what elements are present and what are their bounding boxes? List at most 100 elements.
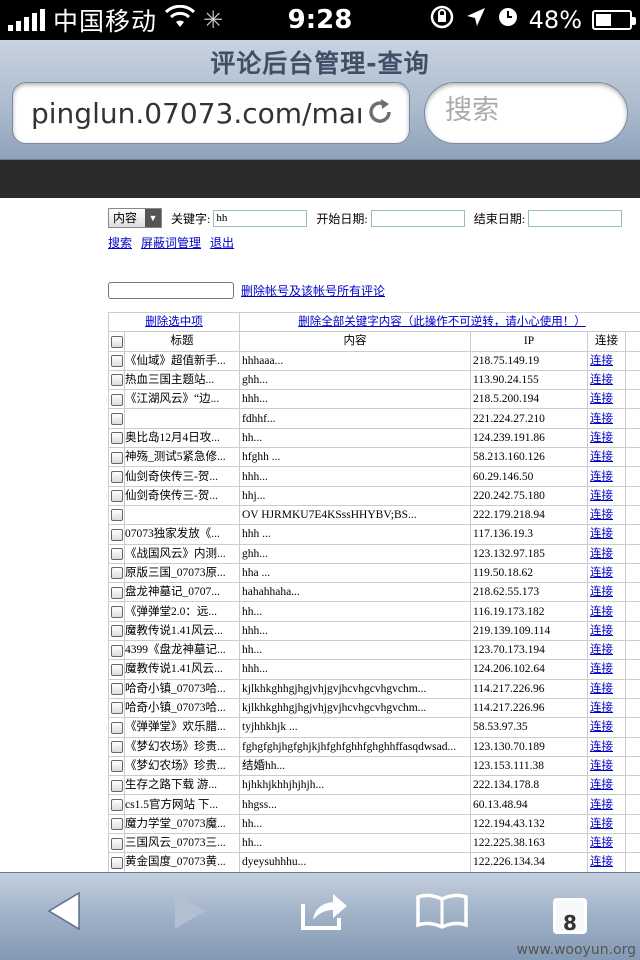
delete-all-cell: 删除全部关键字内容（此操作不可逆转，请小心使用！）	[239, 311, 640, 333]
row-checkbox-cell	[108, 485, 125, 506]
row-link[interactable]: 连接	[590, 625, 613, 637]
row-checkbox[interactable]	[110, 374, 123, 387]
row-link[interactable]: 连接	[590, 663, 613, 675]
row-title: 《弹弹堂2.0：远...	[124, 601, 240, 622]
url-text[interactable]: pinglun.07073.com/man	[31, 97, 361, 130]
row-title: 4399《盘龙神墓记...	[124, 640, 240, 661]
row-checkbox[interactable]	[110, 432, 123, 445]
row-link[interactable]: 连接	[590, 374, 613, 386]
field-select[interactable]: 内容 ▼	[108, 208, 162, 228]
account-input[interactable]	[108, 282, 234, 299]
tabs-button[interactable]: 8	[540, 891, 600, 941]
row-link[interactable]: 连接	[590, 721, 613, 733]
row-checkbox[interactable]	[110, 721, 123, 734]
share-button[interactable]	[294, 891, 354, 941]
row-checkbox[interactable]	[110, 548, 123, 561]
row-checkbox-cell	[108, 717, 125, 738]
row-checkbox[interactable]	[110, 586, 123, 599]
row-link[interactable]: 连接	[590, 567, 613, 579]
row-extra	[625, 389, 640, 410]
row-checkbox[interactable]	[110, 856, 123, 869]
row-checkbox[interactable]	[110, 683, 123, 696]
table-row: cs1.5官方网站 下... hhgss... 60.13.48.94 连接	[108, 794, 640, 815]
row-checkbox[interactable]	[110, 451, 123, 464]
row-link[interactable]: 连接	[590, 528, 613, 540]
row-checkbox[interactable]	[110, 490, 123, 503]
delete-selected-link[interactable]: 删除选中项	[145, 316, 203, 328]
blocked-words-link[interactable]: 屏蔽词管理	[141, 236, 201, 250]
row-link[interactable]: 连接	[590, 432, 613, 444]
row-checkbox[interactable]	[110, 741, 123, 754]
row-checkbox[interactable]	[110, 355, 123, 368]
row-link[interactable]: 连接	[590, 451, 613, 463]
row-link[interactable]: 连接	[590, 683, 613, 695]
row-checkbox[interactable]	[110, 798, 123, 811]
row-checkbox[interactable]	[110, 625, 123, 638]
row-checkbox[interactable]	[110, 663, 123, 676]
bookmarks-button[interactable]	[412, 891, 472, 941]
search-link[interactable]: 搜索	[108, 236, 132, 250]
row-checkbox[interactable]	[110, 470, 123, 483]
row-link[interactable]: 连接	[590, 490, 613, 502]
row-link[interactable]: 连接	[590, 856, 613, 868]
logout-link[interactable]: 退出	[210, 236, 234, 250]
row-checkbox[interactable]	[110, 509, 123, 522]
row-link[interactable]: 连接	[590, 818, 613, 830]
search-input[interactable]	[445, 95, 615, 126]
battery-percent: 48%	[528, 6, 582, 34]
row-link[interactable]: 连接	[590, 606, 613, 618]
address-bar[interactable]: pinglun.07073.com/man	[12, 82, 410, 144]
row-checkbox-cell	[108, 447, 125, 468]
row-checkbox[interactable]	[110, 393, 123, 406]
reload-icon[interactable]	[365, 97, 395, 135]
row-checkbox[interactable]	[110, 779, 123, 792]
row-link[interactable]: 连接	[590, 837, 613, 849]
row-link[interactable]: 连接	[590, 799, 613, 811]
header-extra	[625, 331, 640, 352]
forward-button[interactable]	[160, 891, 220, 941]
start-date-input[interactable]	[370, 209, 465, 227]
table-row: 《弹弹堂》欢乐腊... tyjhhkhjk ... 58.53.97.35 连接	[108, 717, 640, 738]
row-link[interactable]: 连接	[590, 413, 613, 425]
filter-row: 内容 ▼ 关键字: 开始日期: 结束日期:	[108, 208, 640, 230]
row-link[interactable]: 连接	[590, 779, 613, 791]
row-extra	[625, 736, 640, 757]
row-link[interactable]: 连接	[590, 355, 613, 367]
end-date-input[interactable]	[528, 209, 623, 227]
row-checkbox[interactable]	[110, 567, 123, 580]
keyword-input[interactable]	[213, 209, 308, 227]
row-content: hh...	[239, 640, 471, 661]
table-row: 《仙域》超值新手... hhhaaa... 218.75.149.19 连接	[108, 350, 640, 371]
watermark: www.wooyun.org	[516, 942, 636, 958]
row-link[interactable]: 连接	[590, 741, 613, 753]
comments-table: 删除选中项 删除全部关键字内容（此操作不可逆转，请小心使用！） 标题 内容 IP…	[108, 311, 640, 872]
row-link[interactable]: 连接	[590, 548, 613, 560]
delete-account-link[interactable]: 删除帐号及该帐号所有评论	[241, 284, 385, 298]
back-button[interactable]	[34, 891, 94, 941]
row-checkbox-cell	[108, 466, 125, 487]
select-all-checkbox[interactable]	[110, 335, 123, 348]
row-checkbox[interactable]	[110, 818, 123, 831]
header-ip: IP	[470, 331, 588, 352]
row-checkbox[interactable]	[110, 412, 123, 425]
row-content: fghgfghjhgfghjkjhfghfghhfghghhffasqdwsad…	[239, 736, 471, 757]
row-checkbox[interactable]	[110, 702, 123, 715]
row-link[interactable]: 连接	[590, 760, 613, 772]
row-title: 生存之路下载 游...	[124, 775, 240, 796]
row-link[interactable]: 连接	[590, 702, 613, 714]
row-link[interactable]: 连接	[590, 509, 613, 521]
row-link[interactable]: 连接	[590, 586, 613, 598]
row-link[interactable]: 连接	[590, 393, 613, 405]
row-title: 魔教传说1.41风云...	[124, 620, 240, 642]
table-row: OV HJRMKU7E4KSssHHYBV;BS... 222.179.218.9…	[108, 504, 640, 526]
row-checkbox[interactable]	[110, 605, 123, 618]
row-link[interactable]: 连接	[590, 644, 613, 656]
row-ip: 58.213.160.126	[470, 447, 588, 468]
row-checkbox[interactable]	[110, 644, 123, 657]
row-checkbox[interactable]	[110, 760, 123, 773]
delete-all-keyword-link[interactable]: 删除全部关键字内容（此操作不可逆转，请小心使用！）	[298, 316, 586, 328]
row-checkbox[interactable]	[110, 837, 123, 850]
search-bar[interactable]	[424, 82, 628, 144]
row-link[interactable]: 连接	[590, 471, 613, 483]
row-checkbox[interactable]	[110, 528, 123, 541]
